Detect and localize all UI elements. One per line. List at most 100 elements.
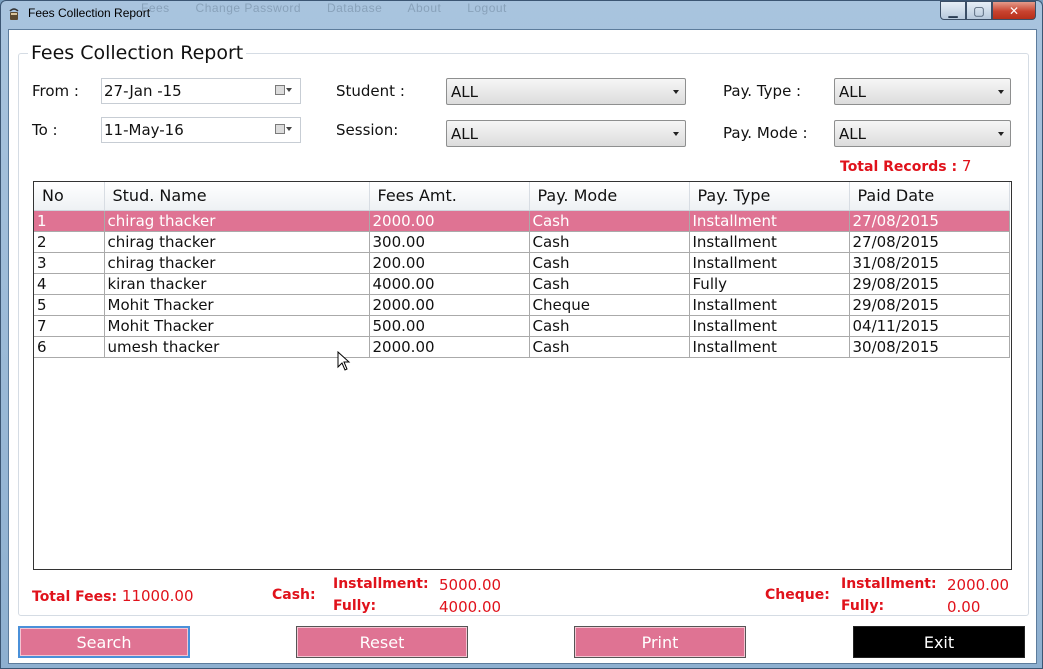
minimize-icon: ▁ [948, 3, 958, 18]
cell-stud-name: umesh thacker [104, 336, 370, 358]
window-controls: ▁ ▢ ✕ [940, 1, 1036, 20]
table-row[interactable]: 5 Mohit Thacker 2000.00 Cheque Installme… [34, 294, 1010, 316]
cell-fees-amt: 2000.00 [369, 210, 530, 232]
table-row[interactable]: 3 chirag thacker 200.00 Cash Installment… [34, 252, 1010, 274]
cell-paid-date: 04/11/2015 [849, 315, 1010, 337]
cell-pay-type: Installment [689, 294, 850, 316]
pay-type-select[interactable]: ALL [834, 78, 1011, 105]
session-select-value: ALL [451, 125, 478, 143]
cell-paid-date: 29/08/2015 [849, 294, 1010, 316]
pay-mode-select-value: ALL [839, 125, 866, 143]
total-records-value: 7 [961, 157, 972, 175]
student-select[interactable]: ALL [446, 78, 686, 105]
cell-pay-type: Installment [689, 231, 850, 253]
cheque-installment-value: 2000.00 [947, 576, 1009, 594]
chevron-down-icon [998, 132, 1004, 136]
total-fees-value: 11000.00 [121, 587, 194, 605]
total-records: Total Records : 7 [840, 157, 971, 175]
cell-fees-amt: 300.00 [369, 231, 530, 253]
mouse-cursor-icon [337, 351, 351, 371]
cash-installment-amount: 5000.00 [439, 576, 502, 594]
reset-button[interactable]: Reset [296, 626, 468, 658]
student-label: Student : [336, 82, 405, 100]
pay-mode-label: Pay. Mode : [723, 124, 808, 142]
cell-no: 2 [34, 231, 105, 253]
session-select[interactable]: ALL [446, 120, 686, 147]
column-header-paid-date[interactable]: Paid Date [849, 182, 1010, 211]
cell-pay-type: Installment [689, 315, 850, 337]
cash-label: Cash: [272, 587, 316, 603]
cell-fees-amt: 200.00 [369, 252, 530, 274]
cell-pay-type: Installment [689, 252, 850, 274]
table-row[interactable]: 6 umesh thacker 2000.00 Cash Installment… [34, 336, 1010, 358]
cell-stud-name: Mohit Thacker [104, 315, 370, 337]
calendar-dropdown-icon[interactable] [275, 85, 295, 97]
window-title: Fees Collection Report [28, 6, 151, 20]
cell-stud-name: chirag thacker [104, 210, 370, 232]
cell-no: 4 [34, 273, 105, 295]
cash-fully-label: Fully: [333, 598, 377, 614]
close-button[interactable]: ✕ [992, 1, 1036, 20]
cell-pay-mode: Cash [529, 273, 690, 295]
cell-fees-amt: 500.00 [369, 315, 530, 337]
cell-pay-mode: Cash [529, 210, 690, 232]
group-title: Fees Collection Report [28, 42, 247, 64]
cheque-fully-amount: 0.00 [947, 598, 981, 616]
column-header-pay-type[interactable]: Pay. Type [689, 182, 850, 211]
print-button[interactable]: Print [574, 626, 746, 658]
cell-pay-mode: Cheque [529, 294, 690, 316]
table-header-row: No Stud. Name Fees Amt. Pay. Mode Pay. T… [34, 182, 1010, 211]
minimize-button[interactable]: ▁ [940, 1, 966, 20]
cell-pay-mode: Cash [529, 336, 690, 358]
cell-no: 5 [34, 294, 105, 316]
pay-mode-select[interactable]: ALL [834, 120, 1011, 147]
student-select-value: ALL [451, 83, 478, 101]
title-bar[interactable]: Fees Collection Report Fees Change Passw… [1, 1, 1042, 27]
cheque-installment-amount: 2000.00 [947, 576, 1010, 594]
ghost-menu-item: Database [326, 1, 383, 15]
cell-paid-date: 29/08/2015 [849, 273, 1010, 295]
column-header-stud-name[interactable]: Stud. Name [104, 182, 370, 211]
cheque-label: Cheque: [765, 587, 830, 603]
cell-no: 1 [34, 210, 105, 232]
cell-fees-amt: 2000.00 [369, 336, 530, 358]
to-date-picker[interactable]: 11-May-16 [101, 117, 301, 143]
table-row[interactable]: 2 chirag thacker 300.00 Cash Installment… [34, 231, 1010, 253]
cell-fees-amt: 2000.00 [369, 294, 530, 316]
table-row[interactable]: 4 kiran thacker 4000.00 Cash Fully 29/08… [34, 273, 1010, 295]
ghost-menu-item: About [407, 1, 442, 15]
cell-paid-date: 30/08/2015 [849, 336, 1010, 358]
cell-stud-name: Mohit Thacker [104, 294, 370, 316]
session-label: Session: [336, 121, 399, 139]
chevron-down-icon [673, 90, 679, 94]
from-date-picker[interactable]: 27-Jan -15 [101, 78, 301, 104]
calendar-dropdown-icon[interactable] [275, 124, 295, 136]
pay-type-select-value: ALL [839, 83, 866, 101]
chevron-down-icon [998, 90, 1004, 94]
column-header-pay-mode[interactable]: Pay. Mode [529, 182, 690, 211]
table-row[interactable]: 1 chirag thacker 2000.00 Cash Installmen… [34, 210, 1010, 232]
ghost-menu-item: Fees [141, 1, 170, 15]
background-menu-ghost: Fees Change Password Database About Logo… [141, 1, 529, 15]
cash-fully-value: 4000.00 [439, 598, 501, 616]
column-header-no[interactable]: No [34, 182, 105, 211]
from-label: From : [32, 82, 79, 100]
client-area: Fees Collection Report From : 27-Jan -15… [8, 29, 1037, 664]
cash-installment-label: Installment: [333, 576, 429, 592]
app-window: Fees Collection Report Fees Change Passw… [0, 0, 1043, 669]
maximize-button[interactable]: ▢ [966, 1, 992, 20]
cheque-fully-value: 0.00 [947, 598, 980, 616]
cell-stud-name: chirag thacker [104, 231, 370, 253]
cell-paid-date: 27/08/2015 [849, 210, 1010, 232]
cell-pay-type: Fully [689, 273, 850, 295]
column-header-fees-amt[interactable]: Fees Amt. [369, 182, 530, 211]
cheque-installment-label: Installment: [841, 576, 937, 592]
ghost-menu-item: Logout [467, 1, 507, 15]
fees-data-grid[interactable]: No Stud. Name Fees Amt. Pay. Mode Pay. T… [33, 181, 1012, 570]
exit-button[interactable]: Exit [853, 626, 1025, 658]
table-row[interactable]: 7 Mohit Thacker 500.00 Cash Installment … [34, 315, 1010, 337]
pay-type-label: Pay. Type : [723, 82, 802, 100]
total-fees-label: Total Fees: [32, 589, 118, 605]
cell-no: 3 [34, 252, 105, 274]
search-button[interactable]: Search [18, 626, 190, 658]
